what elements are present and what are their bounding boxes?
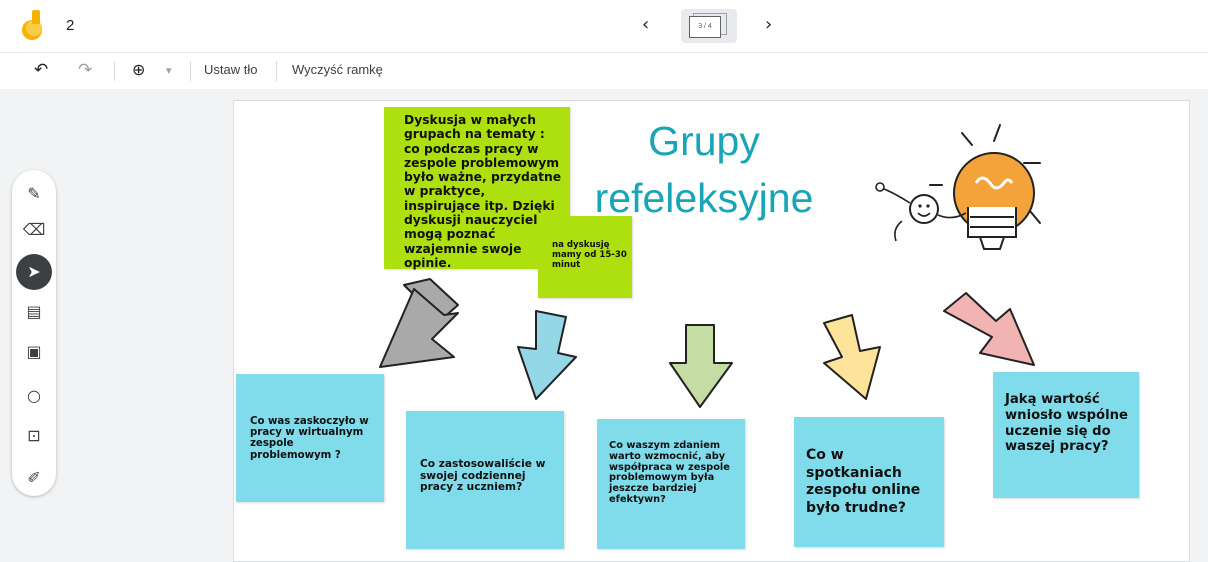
zoom-dropdown-button[interactable]: ▾ <box>166 64 172 77</box>
laser-icon[interactable]: ✐ <box>16 462 52 494</box>
jamboard-logo-icon <box>22 10 48 40</box>
undo-button[interactable]: ↶ <box>34 60 48 80</box>
image-icon[interactable]: ▣ <box>16 336 52 368</box>
zoom-in-icon[interactable]: ⊕ <box>132 60 145 79</box>
sticky-note-q5[interactable]: Jaką wartość wniosło wspólne uczenie się… <box>993 372 1139 498</box>
text-box-icon[interactable]: ⊡ <box>16 420 52 452</box>
select-icon[interactable]: ➤ <box>16 254 52 290</box>
arrow-yellow <box>823 314 881 400</box>
sticky-note-q4[interactable]: Co w spotkaniach zespołu online było tru… <box>794 417 944 547</box>
divider <box>114 61 115 81</box>
pen-icon[interactable]: ✎ <box>16 178 52 210</box>
divider <box>190 61 191 81</box>
board-title: Grupy refeleksyjne <box>574 113 834 227</box>
eraser-icon[interactable]: ⌫ <box>16 214 52 246</box>
more-menu-icon[interactable]: ⋮ <box>1202 14 1208 31</box>
title-line-1: Grupy <box>648 118 760 164</box>
arrow-pink <box>943 292 1035 366</box>
tool-palette: ✎ ⌫ ➤ ▤ ▣ ○ ⊡ ✐ <box>12 170 56 496</box>
sticky-note-icon[interactable]: ▤ <box>16 296 52 328</box>
previous-frame-button[interactable]: ‹ <box>642 14 649 35</box>
sticky-note-q2[interactable]: Co zastosowaliście w swojej codziennej p… <box>406 411 564 549</box>
arrow-gray <box>379 278 459 368</box>
clear-frame-button[interactable]: Wyczyść ramkę <box>292 62 383 77</box>
document-title[interactable]: 2 <box>66 17 74 34</box>
divider <box>276 61 277 81</box>
next-frame-button[interactable]: › <box>765 14 772 35</box>
toolbar: ↶ ↷ ⊕ ▾ Ustaw tło Wyczyść ramkę <box>0 52 1208 89</box>
sticky-note-q1[interactable]: Co was zaskoczyło w pracy w wirtualnym z… <box>236 374 384 502</box>
circle-icon[interactable]: ○ <box>16 380 52 412</box>
whiteboard-canvas[interactable]: Dyskusja w małych grupach na tematy : co… <box>233 100 1190 562</box>
arrow-blue <box>517 310 577 400</box>
frame-bar-toggle-button[interactable]: 3 / 4 <box>681 9 737 43</box>
redo-button[interactable]: ↷ <box>78 60 92 80</box>
title-line-2: refeleksyjne <box>594 175 814 221</box>
arrow-green <box>669 324 733 408</box>
frame-indicator: 3 / 4 <box>689 16 721 38</box>
top-bar: 2 ‹ 3 / 4 › ⋮ <box>0 0 1208 52</box>
sticky-note-time[interactable]: na dyskusję mamy od 15-30 minut <box>538 216 632 298</box>
lightbulb-illustration <box>875 124 1041 250</box>
sticky-note-q3[interactable]: Co waszym zdaniem warto wzmocnić, aby ws… <box>597 419 745 549</box>
set-background-button[interactable]: Ustaw tło <box>204 62 257 77</box>
